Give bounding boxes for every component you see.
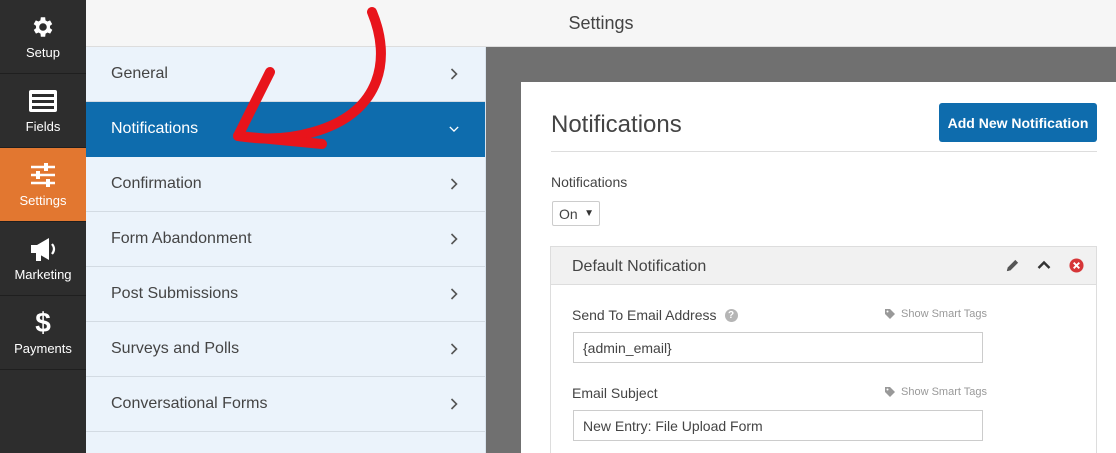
nav-item-label: Conversational Forms bbox=[111, 395, 268, 412]
notifications-panel: Notifications Add New Notification Notif… bbox=[521, 82, 1116, 453]
nav-item-label: Notifications bbox=[111, 120, 199, 137]
notification-box-header[interactable]: Default Notification bbox=[551, 247, 1096, 285]
chevron-down-icon bbox=[449, 124, 459, 134]
nav-item-label: Confirmation bbox=[111, 175, 202, 192]
email-subject-label-text: Email Subject bbox=[572, 385, 658, 401]
nav-item-form-abandonment[interactable]: Form Abandonment bbox=[86, 212, 485, 267]
send-to-email-value: {admin_email} bbox=[583, 339, 672, 356]
smart-tags-label: Show Smart Tags bbox=[901, 308, 988, 320]
notifications-select[interactable]: On ▼ bbox=[552, 201, 600, 226]
nav-item-confirmation[interactable]: Confirmation bbox=[86, 157, 485, 212]
rail-label: Setup bbox=[26, 45, 60, 60]
rail-label: Settings bbox=[19, 193, 67, 208]
send-to-email-label-text: Send To Email Address bbox=[572, 307, 717, 323]
megaphone-icon bbox=[28, 235, 58, 263]
default-notification-box: Default Notification Send To Email Addre… bbox=[550, 246, 1097, 453]
send-to-email-label: Send To Email Address ? bbox=[572, 307, 738, 323]
nav-item-notifications[interactable]: Notifications bbox=[86, 102, 485, 157]
rail-label: Payments bbox=[14, 341, 72, 356]
chevron-right-icon bbox=[449, 233, 459, 245]
nav-item-post-submissions[interactable]: Post Submissions bbox=[86, 267, 485, 322]
gear-icon bbox=[28, 13, 58, 41]
show-smart-tags-link[interactable]: Show Smart Tags bbox=[885, 308, 987, 320]
settings-nav: General Notifications Confirmation Form … bbox=[86, 47, 486, 453]
rail-item-fields[interactable]: Fields bbox=[0, 74, 86, 148]
panel-title: Notifications bbox=[551, 111, 682, 138]
left-rail: Setup Fields Settings Marketing $ Paymen… bbox=[0, 0, 86, 453]
show-smart-tags-link[interactable]: Show Smart Tags bbox=[885, 386, 987, 398]
nav-item-label: General bbox=[111, 65, 168, 82]
rail-label: Fields bbox=[25, 119, 61, 134]
help-icon[interactable]: ? bbox=[724, 308, 738, 322]
top-bar: Settings bbox=[86, 0, 1116, 47]
chevron-right-icon bbox=[449, 68, 459, 80]
page-title: Settings bbox=[568, 12, 634, 33]
rail-item-marketing[interactable]: Marketing bbox=[0, 222, 86, 296]
rail-item-setup[interactable]: Setup bbox=[0, 0, 86, 74]
notifications-select-value: On bbox=[559, 205, 578, 222]
email-subject-input[interactable]: New Entry: File Upload Form bbox=[573, 410, 983, 441]
chevron-right-icon bbox=[449, 398, 459, 410]
smart-tags-label: Show Smart Tags bbox=[901, 386, 988, 398]
notification-box-actions bbox=[1003, 256, 1085, 274]
nav-item-label: Form Abandonment bbox=[111, 230, 252, 247]
caret-down-icon: ▼ bbox=[584, 208, 594, 219]
tag-icon bbox=[885, 387, 895, 397]
rail-label: Marketing bbox=[14, 267, 72, 282]
email-subject-value: New Entry: File Upload Form bbox=[583, 417, 763, 434]
rail-item-payments[interactable]: $ Payments bbox=[0, 296, 86, 370]
email-subject-label: Email Subject bbox=[572, 385, 658, 401]
sliders-icon bbox=[28, 161, 58, 189]
nav-item-general[interactable]: General bbox=[86, 47, 485, 102]
rail-item-settings[interactable]: Settings bbox=[0, 148, 86, 222]
close-circle-icon[interactable] bbox=[1067, 256, 1085, 274]
notifications-toggle-label: Notifications bbox=[551, 174, 628, 190]
chevron-right-icon bbox=[449, 288, 459, 300]
nav-item-label: Surveys and Polls bbox=[111, 340, 240, 357]
chevron-right-icon bbox=[449, 343, 459, 355]
dollar-icon: $ bbox=[35, 307, 51, 338]
nav-item-surveys-polls[interactable]: Surveys and Polls bbox=[86, 322, 485, 377]
nav-item-conversational-forms[interactable]: Conversational Forms bbox=[86, 377, 485, 432]
nav-item-label: Post Submissions bbox=[111, 285, 239, 302]
pencil-icon[interactable] bbox=[1003, 256, 1021, 274]
send-to-email-input[interactable]: {admin_email} bbox=[573, 332, 983, 363]
chevron-right-icon bbox=[449, 178, 459, 190]
notification-box-title: Default Notification bbox=[572, 258, 707, 275]
panel-header: Notifications Add New Notification bbox=[551, 102, 1097, 152]
fields-list-icon bbox=[28, 87, 58, 115]
tag-icon bbox=[885, 309, 895, 319]
add-new-notification-button[interactable]: Add New Notification bbox=[939, 103, 1097, 142]
chevron-up-icon[interactable] bbox=[1035, 256, 1053, 274]
